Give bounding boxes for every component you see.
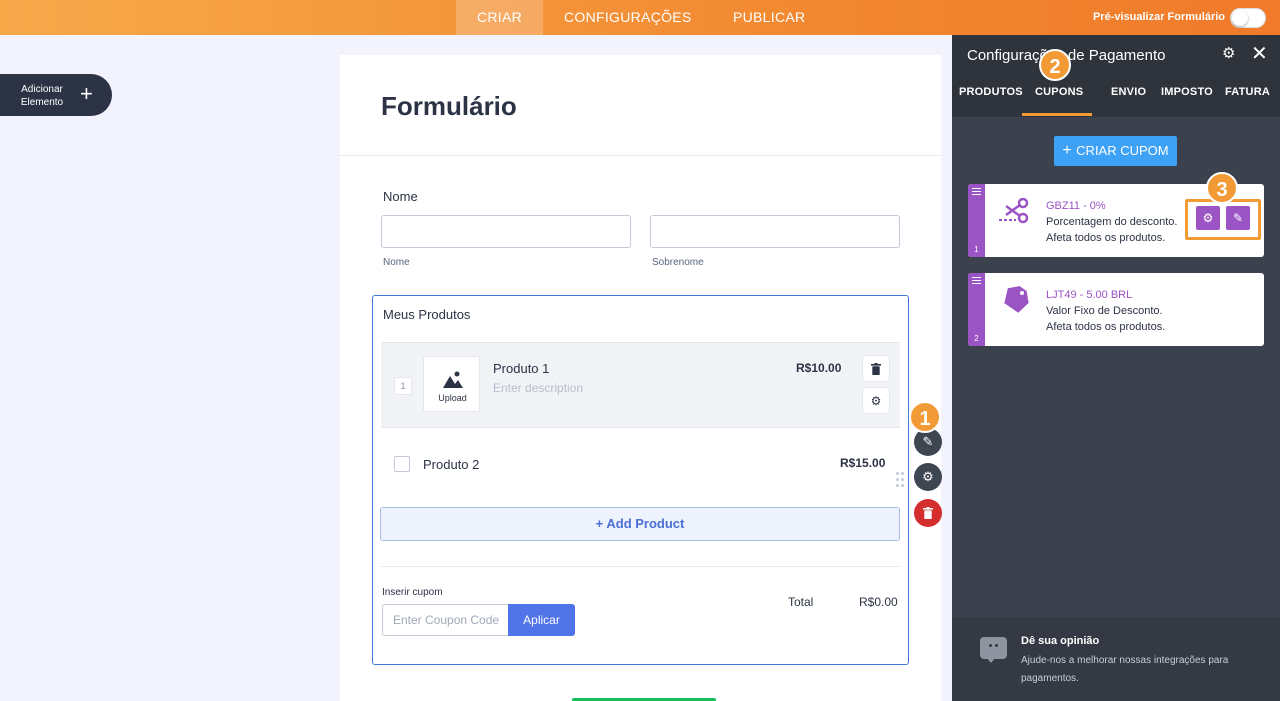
product-price: R$10.00 [796,361,842,375]
coupon-type: Valor Fixo de Desconto. [1046,305,1163,317]
create-coupon-button[interactable]: + CRIAR CUPOM [1054,136,1177,166]
drag-handle[interactable] [896,472,904,488]
total-label: Total [788,595,814,609]
chat-icon-tail [986,657,996,663]
coupon-scope: Afeta todos os produtos. [1046,232,1166,244]
product-price: R$15.00 [840,456,886,470]
preview-form-label: Pré-visualizar Formulário [1092,11,1225,23]
tab-criar[interactable]: CRIAR [456,0,543,35]
trash-icon [871,363,881,375]
apply-coupon-button[interactable]: Aplicar [508,604,575,636]
coupon-index: 1 [974,245,979,254]
field-settings-button[interactable]: ⚙ [914,463,942,491]
drag-lines-icon [972,277,981,286]
coupon-index: 2 [974,334,979,343]
tab-publicar[interactable]: PUBLICAR [733,0,805,35]
name-field-label: Nome [383,189,418,204]
products-title: Meus Produtos [383,307,471,322]
add-element-label: Adicionar Elemento [20,84,64,108]
coupon-drag-strip[interactable]: 2 [968,273,985,346]
coupon-drag-strip[interactable]: 1 [968,184,985,257]
delete-field-button[interactable] [914,499,942,527]
form-title[interactable]: Formulário [381,91,517,122]
drag-lines-icon [972,188,981,197]
product-settings-button[interactable]: ⚙ [862,387,890,414]
coupon-name: GBZ11 - 0% [1046,200,1106,212]
add-element-button[interactable]: Adicionar Elemento + [0,74,112,116]
payment-settings-panel: Configurações de Pagamento ⚙ ✕ PRODUTOS … [952,35,1280,701]
last-name-input[interactable] [650,215,900,248]
gear-icon: ⚙ [922,469,934,484]
gear-icon[interactable]: ⚙ [1222,44,1235,62]
active-tab-indicator [1022,113,1092,116]
delete-product-button[interactable] [862,355,890,382]
product-name: Produto 2 [423,457,480,472]
products-field[interactable]: Meus Produtos 1 Upload Produto 1 Enter d… [372,295,909,665]
coupon-type: Porcentagem do desconto. [1046,216,1178,228]
product-name: Produto 1 [493,361,550,376]
product-checkbox[interactable] [394,456,410,472]
coupon-code-input[interactable]: Enter Coupon Code [382,604,509,636]
toggle-knob [1232,10,1248,26]
add-product-button[interactable]: + Add Product [380,507,900,541]
magic-wand-icon: ✎ [922,434,934,449]
tab-configuracoes[interactable]: CONFIGURAÇÕES [564,0,692,35]
feedback-section[interactable]: Dê sua opinião Ajude-nos a melhorar noss… [952,617,1280,701]
plus-icon: + [80,81,93,106]
upload-label: Upload [438,393,467,403]
feedback-title: Dê sua opinião [1021,635,1100,647]
tab-envio[interactable]: ENVIO [1111,86,1146,98]
feedback-text: Ajude-nos a melhorar nossas integrações … [1021,655,1229,684]
coupon-actions-highlight [1185,199,1261,240]
coupon-scope: Afeta todos os produtos. [1046,321,1166,333]
tab-cupons[interactable]: CUPONS [1035,86,1083,98]
step-badge-1: 1 [909,401,941,433]
first-name-input[interactable] [381,215,631,248]
product-description: Enter description [493,381,584,395]
create-coupon-label: CRIAR CUPOM [1076,143,1169,158]
preview-toggle[interactable] [1230,8,1266,28]
form-canvas: Formulário Nome Nome Sobrenome Meus Prod… [340,55,941,701]
panel-header: Configurações de Pagamento ⚙ ✕ PRODUTOS … [952,35,1280,117]
product-row[interactable]: 1 Upload Produto 1 Enter description R$1… [381,342,900,428]
last-name-sublabel: Sobrenome [652,257,704,268]
step-badge-2: 2 [1039,49,1071,81]
chat-icon [980,637,1007,659]
coupon-label: Inserir cupom [382,587,443,598]
tab-fatura[interactable]: FATURA [1225,86,1270,98]
top-navigation-bar: CRIAR CONFIGURAÇÕES PUBLICAR Pré-visuali… [0,0,1280,35]
product-quantity[interactable]: 1 [394,377,412,395]
scissors-icon [999,197,1029,224]
upload-image-button[interactable]: Upload [423,356,480,412]
tab-produtos[interactable]: PRODUTOS [959,86,1023,98]
total-value: R$0.00 [859,595,898,609]
coupon-name: LJT49 - 5.00 BRL [1046,289,1133,301]
tag-icon [1004,286,1029,313]
gear-icon: ⚙ [870,394,882,408]
form-header: Formulário [340,55,941,156]
plus-icon: + [1062,142,1077,159]
close-icon[interactable]: ✕ [1251,41,1268,66]
image-icon [443,371,463,388]
tab-imposto[interactable]: IMPOSTO [1161,86,1213,98]
trash-icon [923,507,933,519]
step-badge-3: 3 [1206,172,1238,204]
first-name-sublabel: Nome [383,257,410,268]
divider [381,566,900,567]
coupon-card[interactable]: 2 LJT49 - 5.00 BRL Valor Fixo de Descont… [968,273,1264,346]
